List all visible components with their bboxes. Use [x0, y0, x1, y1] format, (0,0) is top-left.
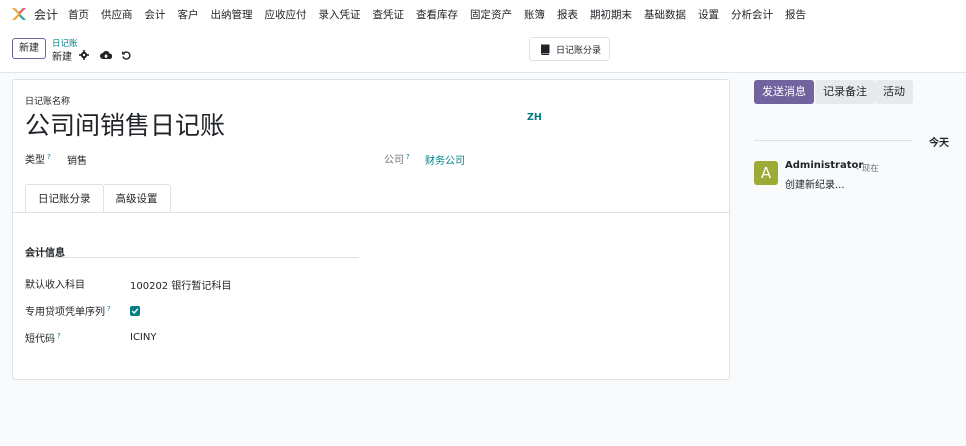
- nav-item-settings[interactable]: 设置: [698, 7, 719, 22]
- journal-entries-smart-button[interactable]: 日记账分录: [529, 37, 610, 61]
- nav-item-inventory[interactable]: 查看库存: [416, 7, 458, 22]
- avatar[interactable]: A: [754, 161, 778, 185]
- control-panel: 新建 日记账 新建 日记账分录: [0, 28, 966, 73]
- company-field[interactable]: 财务公司: [425, 152, 465, 167]
- company-label: 公司?: [384, 152, 410, 166]
- message-body: 创建新纪录...: [785, 180, 845, 191]
- short-code-label: 短代码?: [25, 331, 61, 345]
- nav-item-enter-voucher[interactable]: 录入凭证: [319, 7, 361, 22]
- dedicated-sequence-label: 专用贷项凭单序列?: [25, 304, 111, 318]
- log-note-button[interactable]: 记录备注: [815, 80, 875, 104]
- tab-advanced-settings[interactable]: 高级设置: [103, 184, 171, 213]
- journal-name-input[interactable]: 公司间销售日记账: [25, 110, 225, 142]
- section-divider: [25, 257, 359, 258]
- activity-button[interactable]: 活动: [875, 80, 913, 104]
- journal-name-label: 日记账名称: [25, 97, 71, 107]
- nav-item-customers[interactable]: 客户: [178, 7, 199, 22]
- nav-item-receivables[interactable]: 应收应付: [265, 7, 307, 22]
- nav-item-accounting[interactable]: 会计: [145, 7, 166, 22]
- message-time: - 现在: [856, 164, 879, 174]
- date-separator-today: 今天: [929, 138, 949, 149]
- nav-item-reports[interactable]: 报表: [557, 7, 578, 22]
- app-name[interactable]: 会计: [34, 6, 58, 23]
- nav-item-home[interactable]: 首页: [68, 7, 89, 22]
- book-icon: [541, 44, 550, 55]
- gear-icon[interactable]: [79, 50, 89, 60]
- form-sheet: 日记账名称 公司间销售日记账 ZH 类型? 销售 公司? 财务公司 日记账分录 …: [12, 79, 730, 380]
- smart-button-label: 日记账分录: [556, 45, 602, 56]
- type-field[interactable]: 销售: [67, 152, 87, 167]
- new-button[interactable]: 新建: [12, 38, 46, 59]
- nav-item-search-voucher[interactable]: 查凭证: [373, 7, 405, 22]
- nav-item-period[interactable]: 期初期末: [590, 7, 632, 22]
- help-tooltip-icon[interactable]: ?: [57, 332, 61, 340]
- nav-item-analytic[interactable]: 分析会计: [731, 7, 773, 22]
- default-income-account-label: 默认收入科目: [25, 280, 85, 291]
- form-tabs: 日记账分录 高级设置: [25, 184, 171, 213]
- send-message-button[interactable]: 发送消息: [754, 80, 814, 104]
- help-tooltip-icon[interactable]: ?: [47, 153, 51, 161]
- dedicated-sequence-checkbox[interactable]: [130, 306, 140, 316]
- message-author[interactable]: Administrator: [785, 160, 863, 171]
- default-income-account-field[interactable]: 100202 银行暂记科目: [130, 277, 231, 292]
- nav-item-vendors[interactable]: 供应商: [101, 7, 133, 22]
- nav-item-cashier[interactable]: 出纳管理: [211, 7, 253, 22]
- nav-item-master-data[interactable]: 基础数据: [644, 7, 686, 22]
- discard-undo-icon[interactable]: [121, 50, 131, 60]
- top-navbar: 会计 首页 供应商 会计 客户 出纳管理 应收应付 录入凭证 查凭证 查看库存 …: [0, 0, 966, 28]
- nav-item-fixed-assets[interactable]: 固定资产: [470, 7, 512, 22]
- help-tooltip-icon[interactable]: ?: [406, 153, 410, 161]
- short-code-field[interactable]: ICINY: [130, 332, 156, 343]
- nav-item-ledger[interactable]: 账簿: [524, 7, 545, 22]
- help-tooltip-icon[interactable]: ?: [107, 305, 111, 313]
- tab-divider: [13, 212, 729, 213]
- type-label: 类型?: [25, 152, 51, 166]
- date-divider: [754, 140, 912, 141]
- language-toggle[interactable]: ZH: [527, 112, 542, 123]
- check-icon: [131, 308, 139, 315]
- breadcrumb-current: 新建: [52, 52, 72, 63]
- cloud-upload-icon[interactable]: [100, 50, 113, 60]
- tab-journal-entries[interactable]: 日记账分录: [25, 184, 104, 213]
- nav-item-report[interactable]: 报告: [785, 7, 806, 22]
- app-logo-icon[interactable]: [10, 5, 28, 23]
